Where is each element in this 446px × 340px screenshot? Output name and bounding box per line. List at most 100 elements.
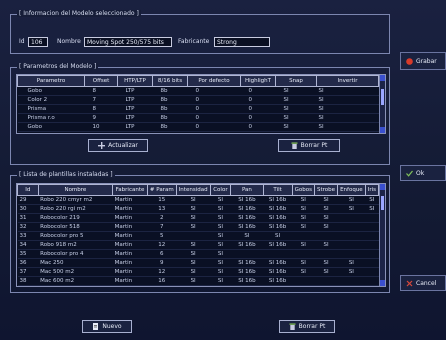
fx-tilt: SI 16b — [263, 240, 293, 250]
col-color[interactable]: Color — [209, 184, 232, 196]
fx-strobe: SI — [314, 213, 338, 223]
scroll-down-arrow[interactable] — [380, 280, 385, 286]
col-offset[interactable]: Offset — [84, 75, 118, 87]
col-maker[interactable]: Fabricante — [112, 184, 148, 196]
fx-color: SI — [210, 258, 231, 268]
table-row[interactable]: Prisma r.o 9 LTP 8b 0 0 SI SI — [17, 113, 379, 123]
ok-button[interactable]: Ok — [400, 165, 446, 181]
param-default: 0 — [187, 113, 241, 123]
table-row[interactable]: Color 2 7 LTP 8b 0 0 SI SI — [17, 95, 379, 105]
fx-intensity: SI — [176, 213, 211, 223]
param-bits: 8b — [152, 95, 188, 105]
fx-params: 2 — [147, 213, 177, 223]
fx-id: 36 — [17, 258, 39, 268]
cancel-label: Cancel — [416, 279, 437, 287]
name-label: Nombre — [57, 38, 81, 45]
table-row[interactable]: 33 Robocolor pro 5 Martin 5 SI SI SI — [17, 231, 379, 241]
fixtures-table[interactable]: Id Nombre Fabricante # Param Intensidad … — [16, 183, 386, 287]
col-id[interactable]: Id — [17, 184, 39, 196]
scroll-up-arrow[interactable] — [380, 75, 385, 81]
document-icon — [92, 323, 99, 330]
col-pan[interactable]: Pan — [230, 184, 264, 196]
col-iris[interactable]: Iris — [364, 184, 380, 196]
col-highlight[interactable]: HighlighT — [240, 75, 276, 87]
fx-color: SI — [210, 267, 231, 277]
table-row[interactable]: 32 Robocolor 518 Martin 7 SI SI SI 16b SI 16b SI… — [17, 222, 379, 232]
plus-icon — [98, 142, 106, 149]
fx-params: 12 — [147, 267, 177, 277]
fx-intensity: SI — [176, 249, 211, 259]
table-row[interactable]: 29 Robo 220 cmyr m2 Martin 15 SI SI SI 16b SI 1… — [17, 195, 379, 205]
param-name: Gobo — [17, 86, 85, 96]
col-parametro[interactable]: Parametro — [17, 75, 85, 87]
col-strobe[interactable]: Strobe — [314, 184, 339, 196]
maker-field[interactable]: Strong — [214, 37, 270, 47]
fx-id: 31 — [17, 213, 39, 223]
fx-maker: Martin — [112, 204, 148, 214]
param-highlight: 0 — [240, 113, 276, 123]
fx-color: SI — [210, 231, 231, 241]
name-field[interactable]: Moving Spot 250/575 bits — [84, 37, 172, 47]
fx-id: 29 — [17, 195, 39, 205]
fx-tilt: SI — [263, 231, 293, 241]
new-button[interactable]: Nuevo — [82, 320, 132, 333]
fx-tilt: SI 16b — [263, 276, 293, 286]
fx-gobos — [292, 231, 315, 241]
fx-intensity: SI — [176, 276, 211, 286]
params-scrollbar[interactable] — [379, 75, 385, 133]
col-focus[interactable]: Enfoque — [337, 184, 366, 196]
col-name[interactable]: Nombre — [37, 184, 114, 196]
table-row[interactable]: 34 Robo 918 m2 Martin 12 SI SI SI 16b SI 16b SI S… — [17, 240, 379, 250]
fx-maker: Martin — [112, 195, 148, 205]
model-info-group: [ Informacion del Modelo seleccionado ] — [10, 10, 390, 54]
table-row[interactable]: 36 Mac 250 Martin 9 SI SI SI 16b SI 16b SI SI SI — [17, 258, 379, 268]
fx-iris: SI — [365, 204, 379, 214]
save-button[interactable]: Grabar — [400, 52, 446, 70]
update-button[interactable]: Actualizar — [88, 139, 148, 152]
params-table[interactable]: Parametro Offset HTP/LTP 8/16 bits Por d… — [16, 74, 386, 134]
col-bits[interactable]: 8/16 bits — [152, 75, 188, 87]
table-row[interactable]: 35 Robocolor pro 4 Martin 6 SI SI — [17, 249, 379, 259]
delete-fixture-button[interactable]: Borrar Pt — [279, 320, 335, 333]
col-snap[interactable]: Snap — [275, 75, 317, 87]
id-field[interactable]: 106 — [28, 37, 48, 47]
param-bits: 8b — [152, 104, 188, 114]
table-row[interactable]: Gobo 8 LTP 8b 0 0 SI SI — [17, 86, 379, 96]
fx-maker: Martin — [112, 231, 148, 241]
table-row[interactable]: 38 Mac 600 m2 Martin 16 SI SI SI 16b SI 16b — [17, 276, 379, 286]
col-default[interactable]: Por defecto — [187, 75, 241, 87]
delete-param-button[interactable]: Borrar Pt — [278, 139, 340, 152]
scroll-up-arrow[interactable] — [380, 184, 385, 190]
col-gobos[interactable]: Gobos — [291, 184, 316, 196]
col-tilt[interactable]: Tilt — [262, 184, 293, 196]
fx-tilt: SI 16b — [263, 195, 293, 205]
col-params[interactable]: # Param — [146, 184, 177, 196]
maker-label: Fabricante — [178, 38, 210, 45]
fx-maker: Martin — [112, 213, 148, 223]
cancel-button[interactable]: Cancel — [400, 275, 446, 291]
params-title: [ Parametros del Modelo ] — [17, 63, 99, 70]
param-invert: SI — [316, 122, 379, 132]
col-invert[interactable]: Invertir — [316, 75, 379, 87]
fx-id: 35 — [17, 249, 39, 259]
col-htp-ltp[interactable]: HTP/LTP — [117, 75, 153, 87]
fx-tilt: SI 16b — [263, 258, 293, 268]
scroll-down-arrow[interactable] — [380, 127, 385, 133]
table-row[interactable]: 31 Robocolor 219 Martin 2 SI SI SI 16b SI 16b SI… — [17, 213, 379, 223]
table-row[interactable]: Prisma 8 LTP 8b 0 0 SI SI — [17, 104, 379, 114]
table-row[interactable]: 37 Mac 500 m2 Martin 12 SI SI SI 16b SI 16b SI SI… — [17, 267, 379, 277]
fx-name: Mac 600 m2 — [38, 276, 113, 286]
fx-tilt: SI 16b — [263, 204, 293, 214]
fx-intensity: SI — [176, 267, 211, 277]
fx-focus — [337, 231, 366, 241]
param-default: 0 — [187, 95, 241, 105]
scroll-thumb[interactable] — [381, 196, 384, 210]
scroll-thumb[interactable] — [381, 89, 384, 105]
table-row[interactable]: 30 Robo 220 rgi m2 Martin 13 SI SI SI 16b SI 16… — [17, 204, 379, 214]
table-row[interactable]: Gobo 10 LTP 8b 0 0 SI SI — [17, 122, 379, 132]
param-invert: SI — [316, 104, 379, 114]
fx-id: 30 — [17, 204, 39, 214]
fixtures-scrollbar[interactable] — [379, 184, 385, 286]
col-intensity[interactable]: Intensidad — [175, 184, 211, 196]
delete-param-label: Borrar Pt — [300, 142, 328, 149]
